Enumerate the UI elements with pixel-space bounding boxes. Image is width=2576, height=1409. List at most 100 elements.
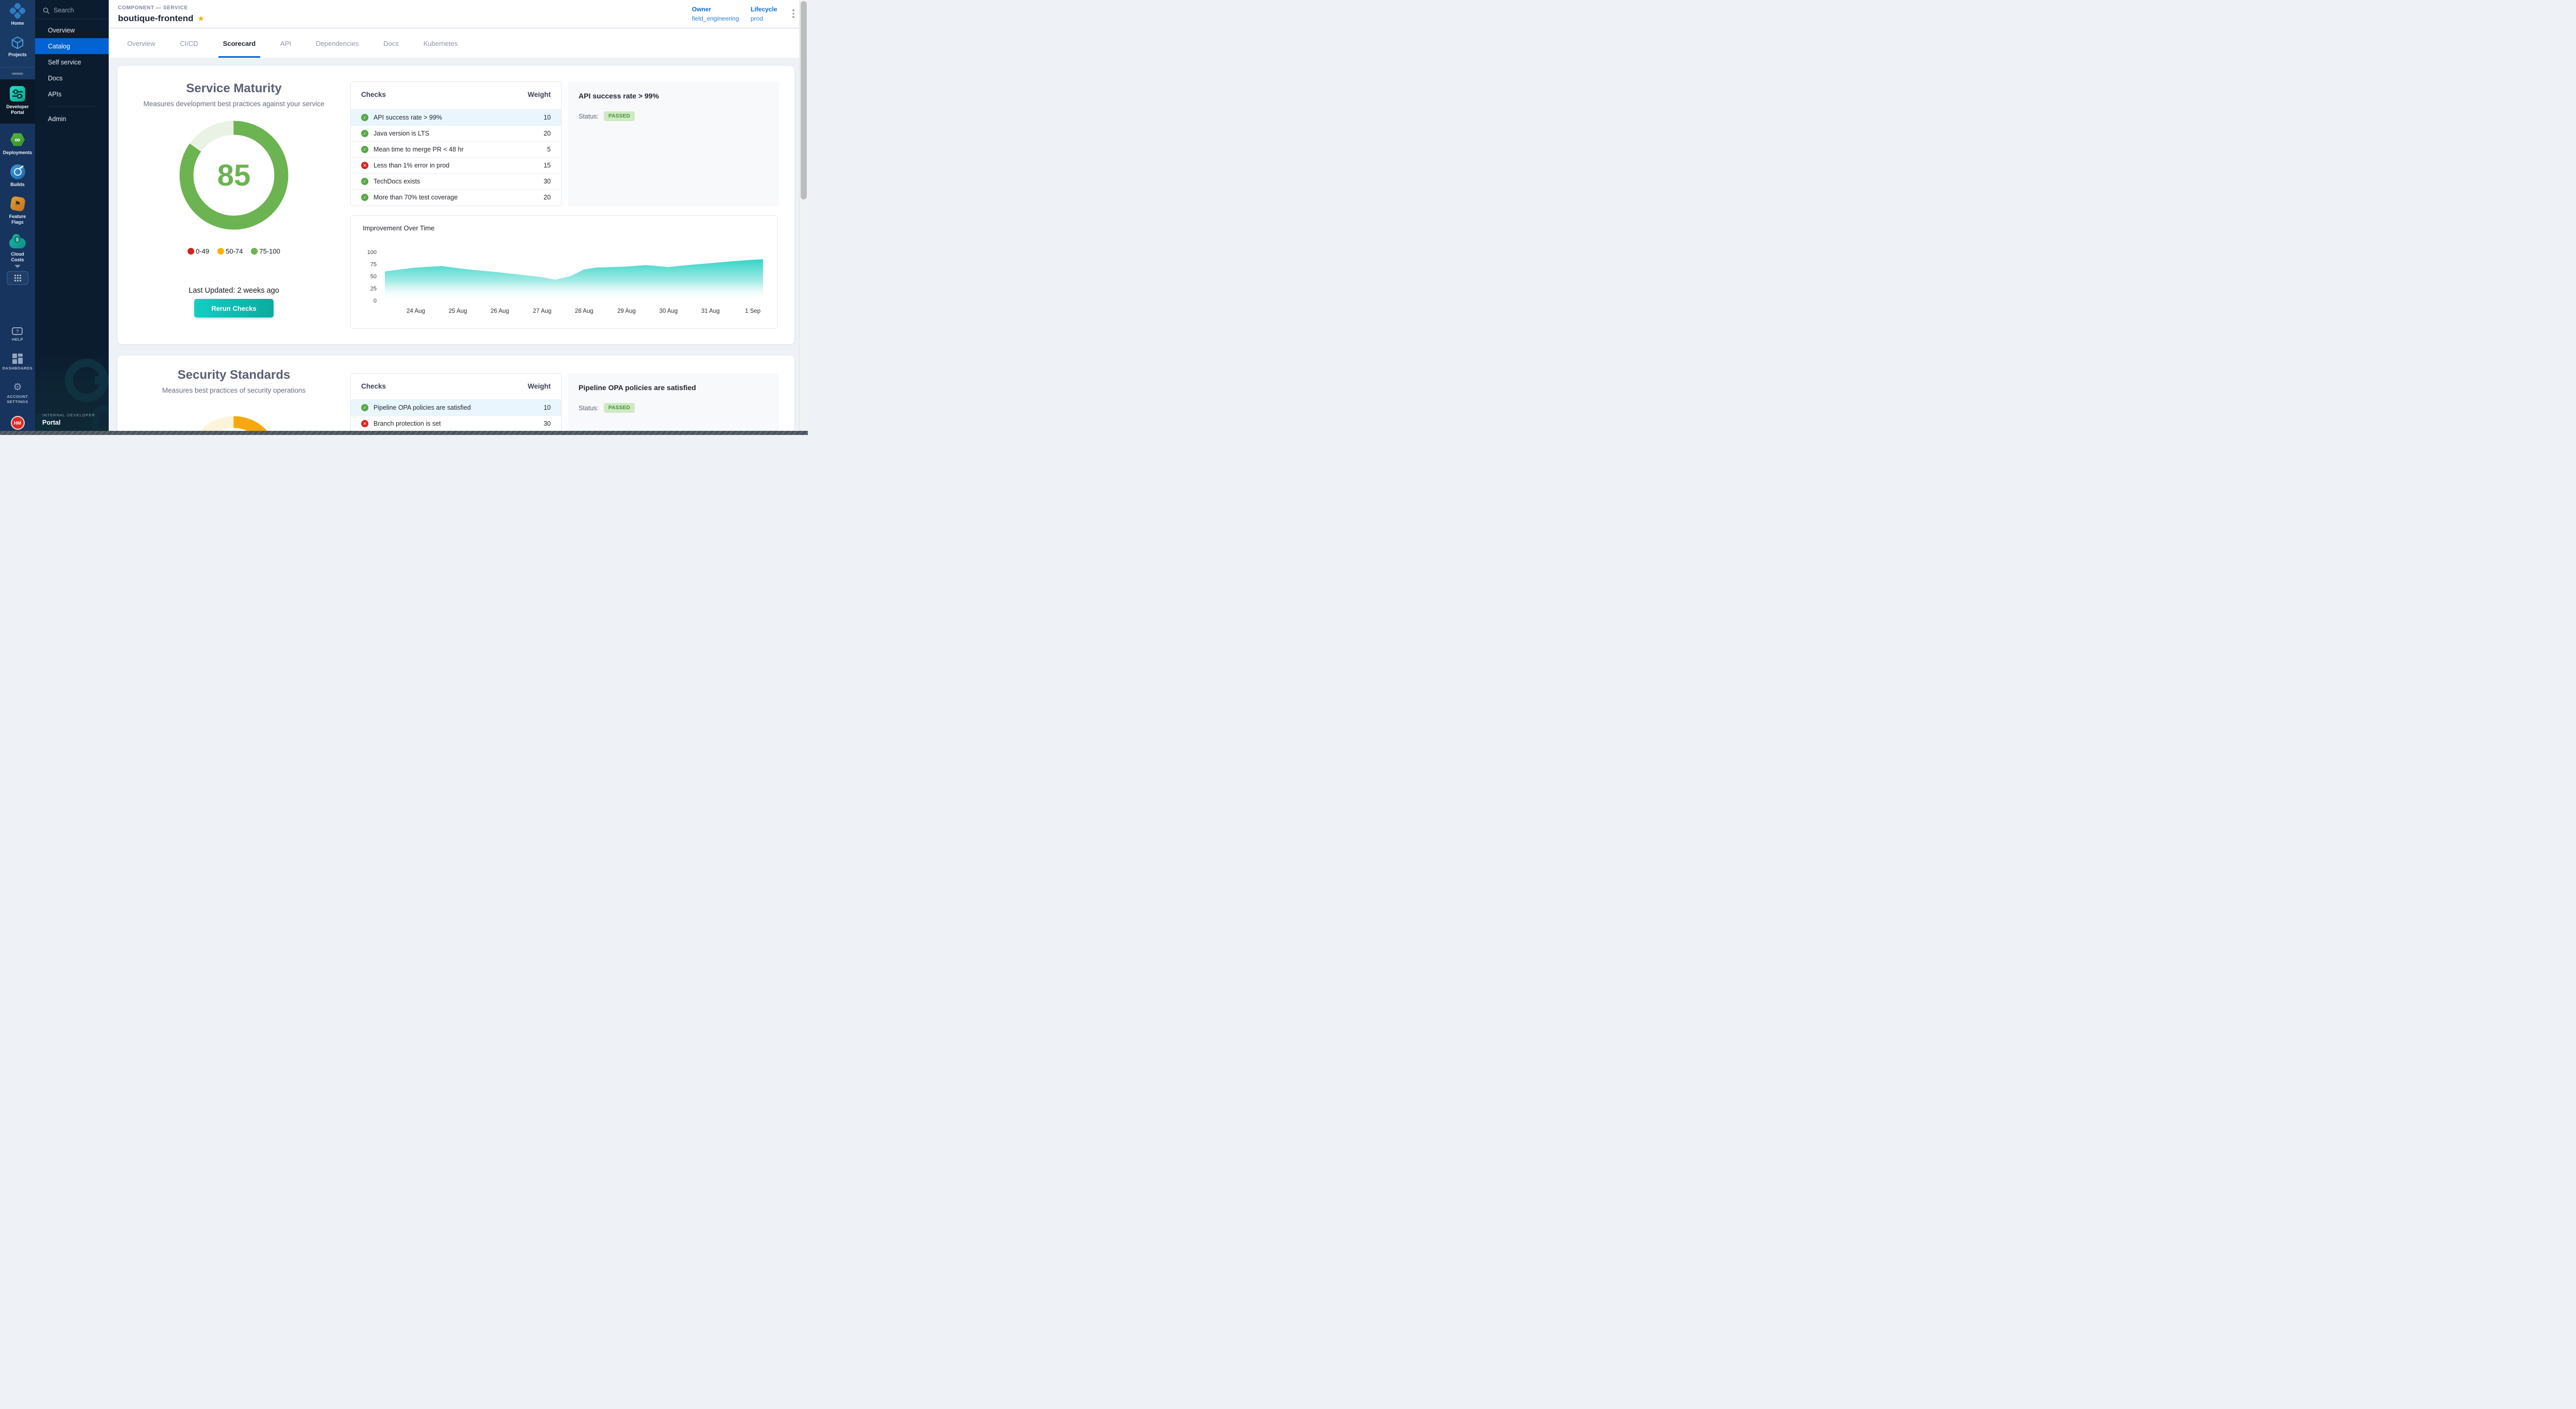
- rail-bottom-section: ? HELP DASHBOARDS ⚙ACCOUNTSETTINGS: [3, 327, 33, 416]
- check-passed-icon: ✓: [361, 404, 368, 411]
- owner-value[interactable]: field_engineering: [692, 15, 739, 22]
- module-rail: Home Projects DeveloperPortal ∞Deployments…: [0, 0, 35, 435]
- sidebar-item-apis[interactable]: APIs: [35, 86, 109, 102]
- security-standards-card: Security Standards Measures best practic…: [117, 356, 794, 431]
- help-chat-icon: ?: [12, 327, 23, 335]
- avatar[interactable]: HM: [11, 416, 25, 430]
- tab-kubernetes[interactable]: Kubernetes: [423, 29, 458, 58]
- tab-dependencies[interactable]: Dependencies: [316, 29, 359, 58]
- app-root: Home Projects DeveloperPortal ∞Deployments…: [0, 0, 808, 435]
- sidebar-item-catalog[interactable]: Catalog: [35, 38, 109, 54]
- legend-dot-icon: [188, 248, 194, 255]
- check-weight: 20: [544, 194, 551, 201]
- rail-item-developer-portal[interactable]: DeveloperPortal: [0, 86, 35, 115]
- rail-item-help[interactable]: ? HELP: [12, 327, 23, 342]
- service-maturity-card: Service Maturity Measures development be…: [117, 66, 794, 344]
- check-failed-icon: ✕: [361, 420, 368, 427]
- sidebar-item-docs[interactable]: Docs: [35, 70, 109, 86]
- rail-item-home[interactable]: Home: [0, 3, 35, 26]
- rail-item-dashboards[interactable]: DASHBOARDS: [3, 354, 33, 371]
- check-row[interactable]: ✓More than 70% test coverage20: [351, 189, 561, 205]
- improvement-area-chart: 025507510024 Aug25 Aug26 Aug27 Aug28 Aug…: [351, 228, 778, 326]
- rerun-checks-button[interactable]: Rerun Checks: [194, 299, 274, 317]
- check-label: Branch protection is set: [374, 420, 544, 427]
- y-axis-tick: 75: [370, 262, 377, 268]
- maturity-subtitle: Measures development best practices agai…: [117, 100, 350, 108]
- feature-flag-icon: ⚑: [10, 196, 26, 212]
- sidebar-divider: [48, 106, 96, 107]
- check-row[interactable]: ✓Pipeline OPA policies are satisfied10: [351, 399, 561, 415]
- tab-api[interactable]: API: [280, 29, 291, 58]
- portal-title: Portal: [42, 419, 60, 426]
- weight-column-header: Weight: [528, 382, 551, 399]
- search-icon: [43, 7, 49, 14]
- entity-header: COMPONENT — SERVICE boutique-frontend ★ …: [109, 0, 799, 28]
- x-axis-tick: 24 Aug: [406, 308, 425, 314]
- tab-docs[interactable]: Docs: [383, 29, 399, 58]
- sidebar-item-overview[interactable]: Overview: [35, 22, 109, 38]
- check-weight: 30: [544, 178, 551, 185]
- sidebar-footer: INTERNAL DEVELOPER Portal: [35, 354, 109, 431]
- legend-item: 50-74: [217, 247, 243, 255]
- cube-icon: [10, 36, 25, 50]
- check-row[interactable]: ✕Branch protection is set30: [351, 415, 561, 431]
- check-label: TechDocs exists: [374, 178, 544, 185]
- x-axis-tick: 30 Aug: [659, 308, 678, 314]
- rail-item-label: HELP: [12, 337, 23, 342]
- rail-item-label: Projects: [8, 52, 27, 58]
- check-label: More than 70% test coverage: [374, 194, 544, 201]
- x-axis-tick: 1 Sep: [745, 308, 760, 314]
- search-input[interactable]: Search: [35, 0, 109, 19]
- tab-scorecard[interactable]: Scorecard: [223, 29, 256, 58]
- owner-label: Owner: [692, 6, 739, 13]
- check-passed-icon: ✓: [361, 146, 368, 153]
- lifecycle-label: Lifecycle: [751, 6, 777, 13]
- chevron-down-icon[interactable]: [14, 265, 21, 268]
- area-series: [385, 259, 763, 300]
- check-weight: 10: [544, 114, 551, 121]
- harness-logo-icon: [10, 3, 25, 19]
- rail-item-deployments[interactable]: ∞Deployments: [0, 131, 35, 156]
- check-row[interactable]: ✓TechDocs exists30: [351, 173, 561, 189]
- check-detail-panel: API success rate > 99% Status: PASSED: [568, 81, 779, 206]
- rail-item-projects[interactable]: Projects: [0, 36, 35, 58]
- more-options-icon[interactable]: [789, 9, 798, 21]
- check-passed-icon: ✓: [361, 130, 368, 137]
- tabs: Overview CI/CD Scorecard API Dependencies Doc…: [109, 29, 799, 58]
- rail-item-feature-flags[interactable]: ⚑FeatureFlags: [0, 195, 35, 225]
- check-row[interactable]: ✓Mean time to merge PR < 48 hr5: [351, 141, 561, 157]
- check-detail-title: API success rate > 99%: [568, 81, 779, 100]
- rail-modules: DeveloperPortal ∞Deployments Builds ⚑Featur…: [0, 79, 35, 263]
- check-row[interactable]: ✓API success rate > 99%10: [351, 109, 561, 125]
- scrollbar-thumb[interactable]: [801, 1, 807, 199]
- check-row[interactable]: ✕Less than 1% error in prod15: [351, 157, 561, 173]
- y-axis-tick: 50: [370, 274, 377, 280]
- check-label: Mean time to merge PR < 48 hr: [374, 146, 547, 153]
- maturity-summary: Service Maturity Measures development be…: [117, 66, 350, 344]
- check-row[interactable]: ✓Java version is LTS20: [351, 125, 561, 141]
- grid-icon: [14, 275, 21, 281]
- rail-item-builds[interactable]: Builds: [0, 163, 35, 188]
- rail-item-cloud-costs[interactable]: $CloudCosts: [0, 233, 35, 263]
- sidebar-item-self-service[interactable]: Self service: [35, 54, 109, 70]
- security-subtitle: Measures best practices of security oper…: [117, 387, 350, 394]
- x-axis-tick: 26 Aug: [490, 308, 509, 314]
- rail-item-label: Builds: [10, 182, 25, 188]
- rail-collapse-handle[interactable]: [0, 68, 35, 79]
- status-badge: PASSED: [604, 403, 635, 413]
- security-checks-table: ChecksWeight✓Pipeline OPA policies are s…: [350, 373, 562, 431]
- sidebar-item-admin[interactable]: Admin: [35, 111, 109, 127]
- favorite-star-icon[interactable]: ★: [197, 14, 204, 23]
- weight-column-header: Weight: [528, 91, 551, 109]
- status-label: Status:: [579, 405, 599, 412]
- check-label: Java version is LTS: [374, 130, 544, 137]
- tab-ci-cd[interactable]: CI/CD: [180, 29, 198, 58]
- maturity-checks-table: ChecksWeight✓API success rate > 99%10✓Ja…: [350, 81, 562, 206]
- x-axis-tick: 31 Aug: [701, 308, 720, 314]
- cloud-dollar-icon: $: [9, 238, 26, 248]
- maturity-score-donut: 85: [177, 119, 291, 232]
- module-picker-button[interactable]: [7, 271, 28, 285]
- rail-item-account-settings[interactable]: ⚙ACCOUNTSETTINGS: [7, 382, 28, 405]
- tab-overview[interactable]: Overview: [127, 29, 155, 58]
- check-label: Pipeline OPA policies are satisfied: [374, 404, 544, 411]
